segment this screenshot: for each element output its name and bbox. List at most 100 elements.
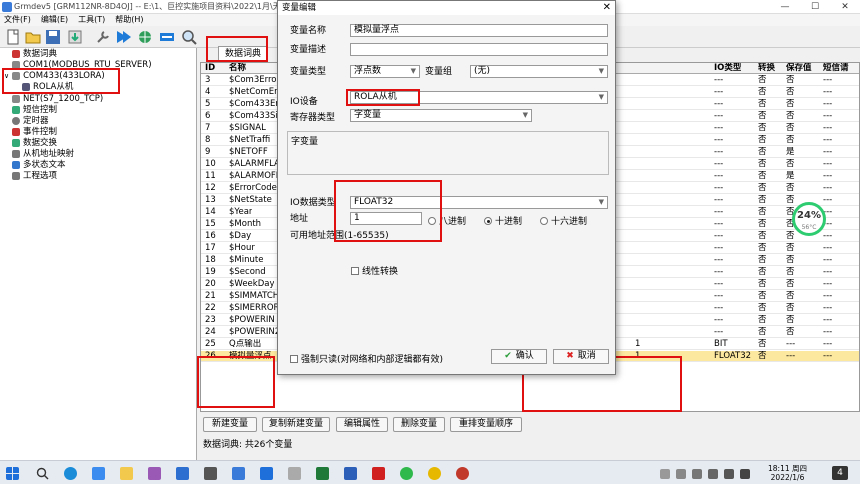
var-type-select[interactable]: 浮点数 ▼ [350, 65, 420, 78]
new-file-icon[interactable] [4, 28, 22, 46]
table-cell-keep: --- [786, 339, 796, 349]
tree-item-data-dictionary[interactable]: 数据词典 [12, 49, 57, 59]
excel-icon[interactable] [316, 467, 329, 480]
file-explorer-icon[interactable] [92, 467, 105, 480]
table-cell-id: 20 [205, 279, 216, 289]
app-icon[interactable] [428, 467, 441, 480]
variable-edit-dialog: 变量编辑 ✕ 变量名称 模拟量浮点 变量描述 变量类型 浮点数 ▼ 变量组 (无)… [277, 0, 616, 375]
windows-start-icon[interactable] [6, 467, 19, 480]
radio-decimal[interactable]: 十进制 [484, 214, 522, 227]
dialog-close-button[interactable]: ✕ [603, 1, 611, 15]
search-icon[interactable] [180, 28, 198, 46]
app-icon[interactable] [288, 467, 301, 480]
table-cell-sms: --- [823, 279, 833, 289]
table-cell-conv: 否 [758, 219, 767, 229]
new-variable-button[interactable]: 新建变量 [203, 417, 257, 432]
tree-item-data-exchange[interactable]: 数据交换 [12, 138, 57, 148]
delete-variable-button[interactable]: 删除变量 [393, 417, 445, 432]
tree-item-com433[interactable]: ∨ COM433(433LORA) [4, 71, 105, 81]
force-readonly-checkbox[interactable]: 强制只读(对网络和内部逻辑都有效) [290, 352, 443, 365]
edit-properties-button[interactable]: 编辑属性 [336, 417, 388, 432]
tree-item-slave-mapping[interactable]: 从机地址映射 [12, 149, 74, 159]
cancel-button[interactable]: ✖ 取消 [553, 349, 609, 364]
serial-port-icon [12, 72, 21, 80]
download-icon[interactable] [66, 28, 84, 46]
register-description: 字变量 [291, 137, 319, 147]
wifi-icon[interactable] [708, 469, 718, 479]
address-input[interactable]: 1 [350, 212, 422, 225]
tray-icon[interactable] [692, 469, 702, 479]
open-folder-icon[interactable] [24, 28, 42, 46]
grmdev-icon[interactable] [232, 467, 245, 480]
maximize-button[interactable]: ☐ [800, 0, 830, 14]
table-cell-conv: 否 [758, 207, 767, 217]
wrench-icon[interactable] [94, 28, 112, 46]
tree-item-rola-slave[interactable]: ROLA从机 [22, 82, 73, 92]
tree-item-net[interactable]: NET(S7_1200_TCP) [12, 94, 103, 104]
tree-item-sms-control[interactable]: 短信控制 [12, 105, 57, 115]
table-cell-id: 8 [205, 135, 211, 145]
network-icon[interactable] [136, 28, 154, 46]
linear-conversion-checkbox[interactable]: 线性转换 [351, 264, 398, 277]
close-button[interactable]: ✕ [830, 0, 860, 14]
folder-icon[interactable] [120, 467, 133, 480]
menu-tools[interactable]: 工具(T) [78, 14, 105, 26]
tree-item-multi-state-text[interactable]: 多状态文本 [12, 160, 66, 170]
tray-icon[interactable] [676, 469, 686, 479]
register-type-select[interactable]: 字变量 ▼ [350, 109, 532, 122]
ime-icon[interactable] [740, 469, 750, 479]
app-icon[interactable] [204, 467, 217, 480]
table-cell-id: 23 [205, 315, 216, 325]
radio-hex[interactable]: 十六进制 [540, 214, 587, 227]
pdf-icon[interactable] [372, 467, 385, 480]
reorder-variables-button[interactable]: 重排变量顺序 [450, 417, 522, 432]
tree-item-project-options[interactable]: 工程选项 [12, 171, 57, 181]
table-cell-id: 26 [205, 351, 216, 361]
tab-data-dictionary[interactable]: 数据词典 [218, 46, 269, 61]
menu-help[interactable]: 帮助(H) [115, 14, 143, 26]
word-icon[interactable] [344, 467, 357, 480]
volume-icon[interactable] [724, 469, 734, 479]
status-text: 数据词典: 共26个变量 [203, 440, 293, 450]
expand-toggle-icon[interactable]: ∨ [4, 71, 9, 81]
app-icon[interactable] [260, 467, 273, 480]
search-icon[interactable] [36, 467, 49, 480]
ok-button[interactable]: ✔ 确认 [491, 349, 547, 364]
io-device-select[interactable]: ROLA从机 ▼ [350, 91, 608, 104]
minimize-button[interactable]: — [770, 0, 800, 14]
taskbar-clock[interactable]: 18:11 周四 2022/1/6 [768, 464, 807, 482]
transfer-icon[interactable] [158, 28, 176, 46]
var-name-input[interactable]: 模拟量浮点 [350, 24, 608, 37]
event-icon [12, 128, 20, 136]
copy-new-variable-button[interactable]: 复制新建变量 [262, 417, 330, 432]
tree-item-timer[interactable]: 定时器 [12, 116, 49, 126]
menu-edit[interactable]: 编辑(E) [41, 14, 68, 26]
tray-icon[interactable] [660, 469, 670, 479]
wechat-icon[interactable] [400, 467, 413, 480]
tree-item-com1[interactable]: COM1(MODBUS_RTU_SERVER) [12, 60, 152, 70]
table-cell-name: $ALARMOFF [229, 171, 281, 181]
table-cell-id: 10 [205, 159, 216, 169]
table-cell-conv: 否 [758, 291, 767, 301]
tree-item-event-control[interactable]: 事件控制 [12, 127, 57, 137]
app-icon[interactable] [176, 467, 189, 480]
var-group-select[interactable]: (无) ▼ [470, 65, 608, 78]
var-group-label: 变量组 [425, 67, 453, 77]
table-cell-sms: --- [823, 195, 833, 205]
notification-badge[interactable]: 4 [832, 466, 848, 480]
sms-icon [12, 106, 20, 114]
radio-octal[interactable]: 八进制 [428, 214, 466, 227]
table-cell-sms: --- [823, 159, 833, 169]
var-desc-input[interactable] [350, 43, 608, 56]
edge-browser-icon[interactable] [64, 467, 77, 480]
table-cell-keep: 否 [786, 327, 795, 337]
app-icon[interactable] [456, 467, 469, 480]
table-cell-iotype: BIT [714, 339, 728, 349]
play-icon[interactable] [114, 28, 132, 46]
menu-file[interactable]: 文件(F) [4, 14, 31, 26]
save-icon[interactable] [44, 28, 62, 46]
io-data-type-select[interactable]: FLOAT32 ▼ [350, 196, 608, 209]
paint-icon[interactable] [148, 467, 161, 480]
table-cell-name: $ErrorCode [229, 183, 277, 193]
table-cell-keep: 否 [786, 75, 795, 85]
